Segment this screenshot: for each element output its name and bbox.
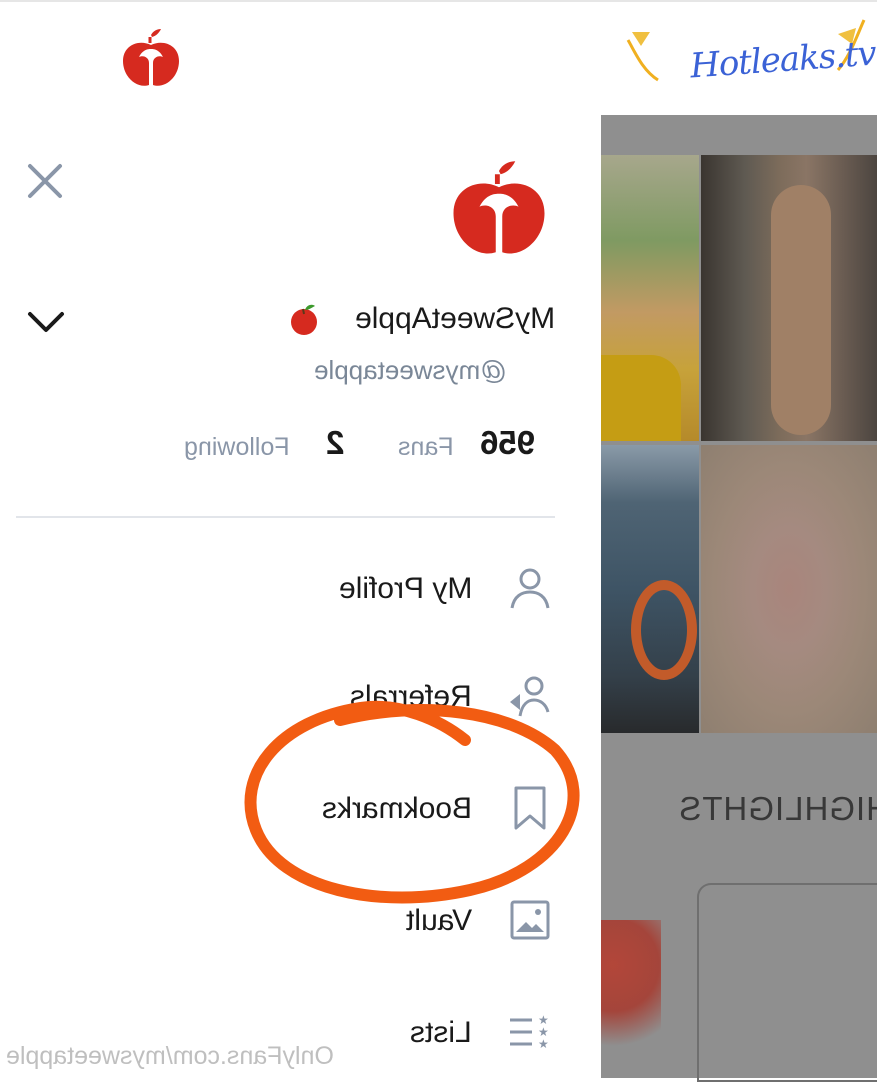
menu-item-referrals[interactable]: Referrals	[230, 668, 560, 728]
menu-item-my-profile[interactable]: My Profile	[230, 560, 560, 620]
star-list-icon: ★ ★ ★	[506, 1008, 554, 1056]
fans-label[interactable]: Fans	[398, 433, 454, 462]
chevron-down-icon[interactable]	[26, 308, 66, 338]
highlights-heading: HIGHLIGHTS	[678, 790, 877, 827]
footer-watermark: OnlyFans.com/mysweetapple	[6, 1042, 334, 1070]
media-thumbnail[interactable]	[601, 155, 699, 441]
menu-item-label: Vault	[405, 904, 472, 937]
menu-item-label: Lists	[410, 1016, 472, 1049]
highlight-avatar[interactable]	[601, 920, 661, 1070]
media-thumbnail[interactable]	[701, 445, 877, 733]
profile-stats: 956 Fans 2 Following	[180, 424, 560, 474]
menu-item-label: Referrals	[350, 680, 472, 713]
menu-item-bookmarks[interactable]: Bookmarks	[230, 780, 560, 840]
profile-handle: @mysweetapple	[314, 355, 507, 385]
profile-name-row[interactable]: MySweetApple	[283, 298, 555, 342]
media-thumbnail[interactable]	[701, 155, 877, 441]
apple-logo-icon[interactable]	[119, 27, 183, 91]
menu-item-vault[interactable]: Vault	[230, 892, 560, 952]
svg-text:★: ★	[538, 1037, 549, 1051]
avatar[interactable]	[447, 158, 551, 262]
referral-user-icon	[506, 672, 554, 720]
highlight-card[interactable]	[697, 883, 877, 1082]
image-icon	[506, 896, 554, 944]
bookmark-icon	[506, 784, 554, 832]
following-count[interactable]: 2	[326, 424, 344, 462]
menu-item-label: Bookmarks	[321, 792, 472, 825]
display-name: MySweetApple	[354, 302, 555, 335]
menu-item-label: My Profile	[338, 572, 472, 605]
top-bar: Hotleaks.tv	[0, 0, 877, 117]
apple-emoji-icon	[287, 302, 321, 341]
fans-count[interactable]: 956	[480, 424, 535, 462]
following-label[interactable]: Following	[184, 433, 290, 462]
close-icon[interactable]	[24, 160, 66, 202]
divider	[16, 516, 555, 518]
media-thumbnail[interactable]	[601, 445, 699, 733]
user-icon	[506, 564, 554, 612]
